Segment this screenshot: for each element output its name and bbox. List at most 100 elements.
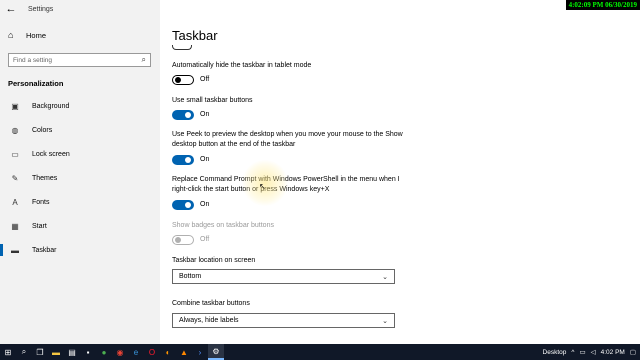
sidebar-item-taskbar[interactable]: ▬ Taskbar	[0, 241, 160, 259]
sidebar-item-label: Colors	[32, 126, 53, 134]
sidebar-item-fonts[interactable]: A Fonts	[0, 193, 160, 211]
recorder-icon: ●	[101, 347, 107, 357]
sidebar-item-start[interactable]: ▦ Start	[0, 217, 160, 235]
toggle-state-text: Off	[200, 76, 210, 83]
palette-icon: ◍	[11, 125, 19, 135]
search-icon: ⌕	[141, 55, 146, 64]
taskbar-app-firefox[interactable]: ◐	[160, 344, 176, 360]
taskbar-app-edge[interactable]: e	[128, 344, 144, 360]
toggle-state-text: On	[200, 156, 210, 163]
combine-label: Combine taskbar buttons	[172, 300, 250, 307]
setting-label-small-buttons: Use small taskbar buttons	[172, 97, 253, 104]
search-placeholder: Find a setting	[13, 56, 53, 64]
combine-dropdown[interactable]: Always, hide labels ⌄	[172, 313, 395, 328]
taskbar-app-settings[interactable]: ⚙	[208, 344, 224, 360]
back-button[interactable]: ←	[0, 0, 22, 18]
chevron-down-icon: ⌄	[382, 317, 388, 325]
taskbar-app-opera[interactable]: O	[144, 344, 160, 360]
home-link[interactable]: ⌂ Home	[8, 30, 46, 40]
start-grid-icon: ▦	[11, 221, 19, 231]
taskbar-app-recorder[interactable]: ●	[96, 344, 112, 360]
start-button[interactable]: ⊞	[0, 344, 16, 360]
toggle-tablet-hide[interactable]	[172, 75, 194, 85]
toggle-knob	[175, 237, 181, 243]
location-dropdown[interactable]: Bottom ⌄	[172, 269, 395, 284]
main-content: 4:02:09 PM 06/30/2019 Taskbar Automatica…	[160, 0, 640, 344]
recording-clock-overlay: 4:02:09 PM 06/30/2019	[565, 0, 640, 10]
search-button[interactable]: ⌕	[16, 344, 32, 360]
volume-icon[interactable]: ◁	[591, 348, 596, 356]
taskbar-app-terminal[interactable]: ▪	[80, 344, 96, 360]
terminal-icon: ▪	[86, 347, 90, 357]
sidebar-item-label: Themes	[32, 174, 58, 182]
notification-icon[interactable]: ▢	[630, 348, 636, 356]
taskbar-icon: ▬	[11, 245, 19, 255]
toggle-knob	[185, 112, 191, 118]
page-title: Taskbar	[172, 28, 218, 43]
sidebar-item-label: Start	[32, 222, 47, 230]
font-icon: A	[12, 197, 18, 207]
sidebar-item-lock-screen[interactable]: ▭ Lock screen	[0, 145, 160, 163]
sidebar-item-background[interactable]: ▣ Background	[0, 97, 160, 115]
selection-indicator	[0, 244, 3, 256]
title-bar: ← Settings	[0, 0, 160, 18]
system-tray: Desktop ^ ▭ ◁ 4:02 PM ▢	[538, 344, 640, 360]
toggle-peek[interactable]	[172, 155, 194, 165]
taskbar-app-powershell[interactable]: ›	[192, 344, 208, 360]
search-input[interactable]: Find a setting ⌕	[8, 53, 151, 67]
sidebar-item-label: Fonts	[32, 198, 50, 206]
home-icon: ⌂	[8, 30, 14, 40]
toggle-knob	[175, 77, 181, 83]
taskbar-app-explorer[interactable]: ▬	[48, 344, 64, 360]
gear-icon: ⚙	[212, 346, 220, 356]
powershell-icon: ›	[198, 347, 202, 357]
taskbar-app-chrome[interactable]: ◉	[112, 344, 128, 360]
toggle-state-text: Off	[200, 236, 210, 243]
windows-logo-icon: ⊞	[4, 347, 12, 357]
sidebar-item-label: Taskbar	[32, 246, 57, 254]
location-label: Taskbar location on screen	[172, 257, 256, 264]
sidebar: ← Settings ⌂ Home Find a setting ⌕ Perso…	[0, 0, 160, 344]
setting-label-badges: Show badges on taskbar buttons	[172, 222, 274, 229]
chevron-down-icon: ⌄	[382, 273, 388, 281]
taskbar-app-vlc[interactable]: ▲	[176, 344, 192, 360]
picture-icon: ▣	[11, 101, 19, 111]
windows-taskbar: ⊞ ⌕ ❐ ▬ ▤ ▪ ● ◉ e O ◐ ▲ › ⚙ Desktop ^ ▭ …	[0, 344, 640, 360]
setting-label-powershell: Replace Command Prompt with Windows Powe…	[172, 176, 400, 193]
opera-icon: O	[148, 347, 156, 357]
sidebar-item-colors[interactable]: ◍ Colors	[0, 121, 160, 139]
toggle-knob	[185, 202, 191, 208]
toggle-badges	[172, 235, 194, 245]
brush-icon: ✎	[11, 173, 19, 183]
sidebar-item-label: Lock screen	[32, 150, 70, 158]
location-value: Bottom	[179, 273, 202, 280]
store-icon: ▤	[68, 347, 76, 357]
sidebar-item-themes[interactable]: ✎ Themes	[0, 169, 160, 187]
vlc-icon: ▲	[180, 347, 188, 357]
toggle-state-text: On	[200, 111, 210, 118]
toggle-knob	[185, 157, 191, 163]
app-title: Settings	[28, 5, 54, 13]
firefox-icon: ◐	[165, 347, 171, 357]
chevron-up-icon[interactable]: ^	[571, 349, 574, 356]
toggle-state-text: On	[200, 201, 210, 208]
task-view-icon: ❐	[36, 347, 44, 357]
taskbar-app-store[interactable]: ▤	[64, 344, 80, 360]
folder-icon: ▬	[52, 347, 60, 357]
combine-value: Always, hide labels	[179, 317, 239, 324]
toggle-powershell[interactable]	[172, 200, 194, 210]
task-view-button[interactable]: ❐	[32, 344, 48, 360]
toggle-small-buttons[interactable]	[172, 110, 194, 120]
monitor-lock-icon: ▭	[11, 149, 19, 159]
section-title: Personalization	[8, 79, 64, 88]
search-icon: ⌕	[21, 347, 27, 356]
taskbar-clock[interactable]: 4:02 PM	[601, 349, 625, 356]
partial-toggle-edge	[172, 45, 192, 50]
mouse-pointer-icon: ↖	[259, 182, 266, 191]
home-label: Home	[26, 30, 47, 40]
sidebar-item-label: Background	[32, 102, 70, 110]
desktop-toolbar-label[interactable]: Desktop	[543, 349, 567, 356]
setting-label-peek: Use Peek to preview the desktop when you…	[172, 131, 403, 148]
chrome-icon: ◉	[116, 347, 124, 357]
network-icon[interactable]: ▭	[579, 348, 585, 356]
